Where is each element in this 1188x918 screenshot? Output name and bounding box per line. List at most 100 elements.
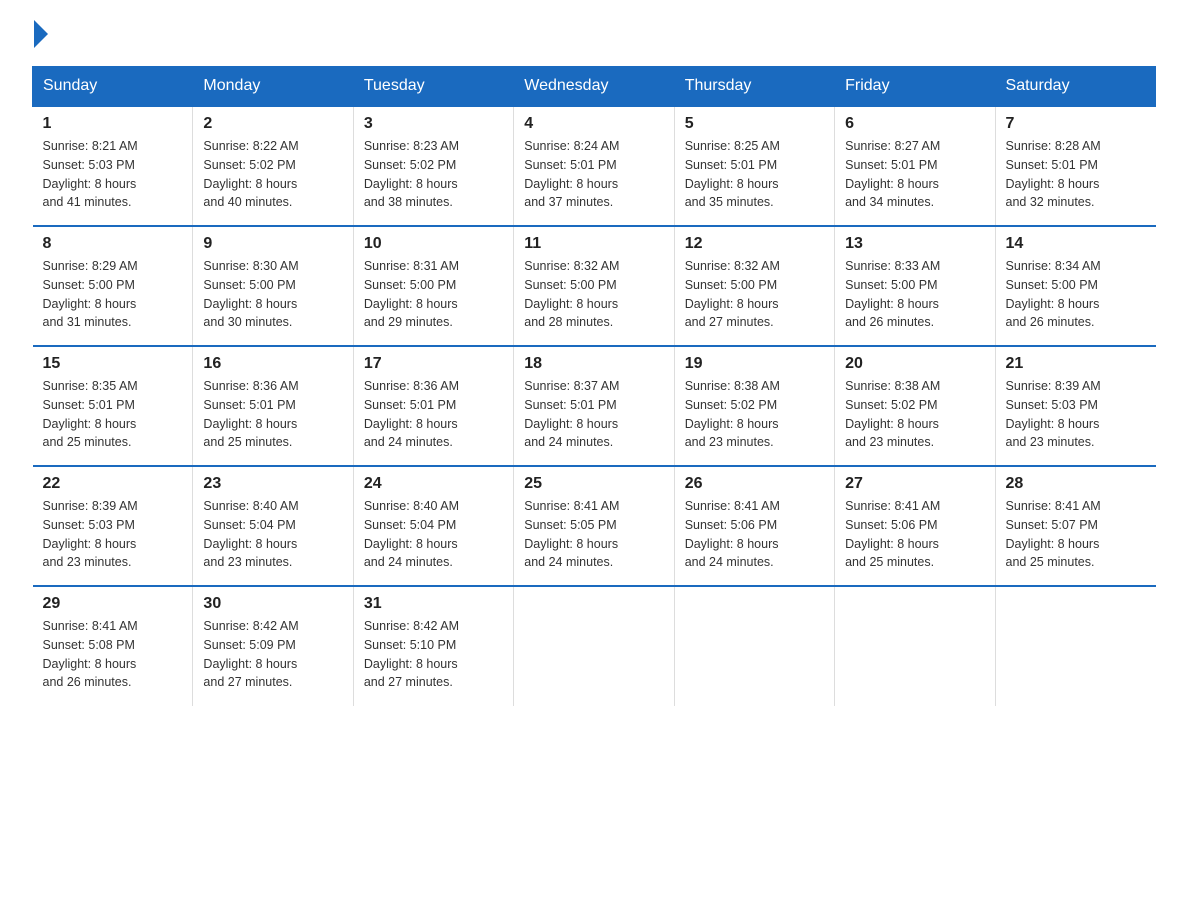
day-info: Sunrise: 8:21 AM Sunset: 5:03 PM Dayligh… bbox=[43, 137, 183, 212]
day-info: Sunrise: 8:32 AM Sunset: 5:00 PM Dayligh… bbox=[685, 257, 824, 332]
calendar-cell: 21 Sunrise: 8:39 AM Sunset: 5:03 PM Dayl… bbox=[995, 346, 1155, 466]
weekday-header-thursday: Thursday bbox=[674, 67, 834, 107]
calendar-cell: 25 Sunrise: 8:41 AM Sunset: 5:05 PM Dayl… bbox=[514, 466, 674, 586]
day-number: 23 bbox=[203, 475, 342, 493]
calendar-cell: 16 Sunrise: 8:36 AM Sunset: 5:01 PM Dayl… bbox=[193, 346, 353, 466]
calendar-cell: 15 Sunrise: 8:35 AM Sunset: 5:01 PM Dayl… bbox=[33, 346, 193, 466]
day-number: 6 bbox=[845, 115, 984, 133]
calendar-cell: 14 Sunrise: 8:34 AM Sunset: 5:00 PM Dayl… bbox=[995, 226, 1155, 346]
weekday-header-row: SundayMondayTuesdayWednesdayThursdayFrid… bbox=[33, 67, 1156, 107]
day-number: 31 bbox=[364, 595, 503, 613]
weekday-header-sunday: Sunday bbox=[33, 67, 193, 107]
day-number: 17 bbox=[364, 355, 503, 373]
day-info: Sunrise: 8:38 AM Sunset: 5:02 PM Dayligh… bbox=[685, 377, 824, 452]
calendar-cell: 31 Sunrise: 8:42 AM Sunset: 5:10 PM Dayl… bbox=[353, 586, 513, 706]
day-number: 3 bbox=[364, 115, 503, 133]
day-number: 30 bbox=[203, 595, 342, 613]
day-number: 24 bbox=[364, 475, 503, 493]
calendar-cell bbox=[995, 586, 1155, 706]
day-info: Sunrise: 8:33 AM Sunset: 5:00 PM Dayligh… bbox=[845, 257, 984, 332]
calendar-week-3: 15 Sunrise: 8:35 AM Sunset: 5:01 PM Dayl… bbox=[33, 346, 1156, 466]
day-number: 15 bbox=[43, 355, 183, 373]
calendar-week-4: 22 Sunrise: 8:39 AM Sunset: 5:03 PM Dayl… bbox=[33, 466, 1156, 586]
day-info: Sunrise: 8:38 AM Sunset: 5:02 PM Dayligh… bbox=[845, 377, 984, 452]
day-info: Sunrise: 8:25 AM Sunset: 5:01 PM Dayligh… bbox=[685, 137, 824, 212]
day-number: 12 bbox=[685, 235, 824, 253]
day-number: 5 bbox=[685, 115, 824, 133]
day-number: 18 bbox=[524, 355, 663, 373]
calendar-cell: 8 Sunrise: 8:29 AM Sunset: 5:00 PM Dayli… bbox=[33, 226, 193, 346]
calendar-cell bbox=[514, 586, 674, 706]
logo bbox=[32, 24, 48, 48]
calendar-cell: 29 Sunrise: 8:41 AM Sunset: 5:08 PM Dayl… bbox=[33, 586, 193, 706]
calendar-cell: 23 Sunrise: 8:40 AM Sunset: 5:04 PM Dayl… bbox=[193, 466, 353, 586]
weekday-header-friday: Friday bbox=[835, 67, 995, 107]
day-info: Sunrise: 8:23 AM Sunset: 5:02 PM Dayligh… bbox=[364, 137, 503, 212]
calendar-cell: 17 Sunrise: 8:36 AM Sunset: 5:01 PM Dayl… bbox=[353, 346, 513, 466]
day-info: Sunrise: 8:37 AM Sunset: 5:01 PM Dayligh… bbox=[524, 377, 663, 452]
calendar-cell: 7 Sunrise: 8:28 AM Sunset: 5:01 PM Dayli… bbox=[995, 106, 1155, 226]
day-info: Sunrise: 8:28 AM Sunset: 5:01 PM Dayligh… bbox=[1006, 137, 1146, 212]
day-info: Sunrise: 8:35 AM Sunset: 5:01 PM Dayligh… bbox=[43, 377, 183, 452]
day-info: Sunrise: 8:36 AM Sunset: 5:01 PM Dayligh… bbox=[203, 377, 342, 452]
day-info: Sunrise: 8:42 AM Sunset: 5:09 PM Dayligh… bbox=[203, 617, 342, 692]
day-number: 29 bbox=[43, 595, 183, 613]
calendar-table: SundayMondayTuesdayWednesdayThursdayFrid… bbox=[32, 66, 1156, 706]
calendar-cell bbox=[835, 586, 995, 706]
day-info: Sunrise: 8:41 AM Sunset: 5:06 PM Dayligh… bbox=[685, 497, 824, 572]
day-info: Sunrise: 8:41 AM Sunset: 5:08 PM Dayligh… bbox=[43, 617, 183, 692]
calendar-cell: 27 Sunrise: 8:41 AM Sunset: 5:06 PM Dayl… bbox=[835, 466, 995, 586]
logo-arrow-icon bbox=[34, 20, 48, 48]
calendar-cell bbox=[674, 586, 834, 706]
day-number: 20 bbox=[845, 355, 984, 373]
calendar-header: SundayMondayTuesdayWednesdayThursdayFrid… bbox=[33, 67, 1156, 107]
day-number: 10 bbox=[364, 235, 503, 253]
day-info: Sunrise: 8:34 AM Sunset: 5:00 PM Dayligh… bbox=[1006, 257, 1146, 332]
calendar-cell: 4 Sunrise: 8:24 AM Sunset: 5:01 PM Dayli… bbox=[514, 106, 674, 226]
day-info: Sunrise: 8:41 AM Sunset: 5:07 PM Dayligh… bbox=[1006, 497, 1146, 572]
day-number: 4 bbox=[524, 115, 663, 133]
day-info: Sunrise: 8:40 AM Sunset: 5:04 PM Dayligh… bbox=[203, 497, 342, 572]
page-header bbox=[32, 24, 1156, 48]
weekday-header-tuesday: Tuesday bbox=[353, 67, 513, 107]
day-number: 25 bbox=[524, 475, 663, 493]
day-number: 19 bbox=[685, 355, 824, 373]
day-info: Sunrise: 8:39 AM Sunset: 5:03 PM Dayligh… bbox=[1006, 377, 1146, 452]
day-number: 11 bbox=[524, 235, 663, 253]
calendar-cell: 28 Sunrise: 8:41 AM Sunset: 5:07 PM Dayl… bbox=[995, 466, 1155, 586]
day-number: 27 bbox=[845, 475, 984, 493]
calendar-cell: 22 Sunrise: 8:39 AM Sunset: 5:03 PM Dayl… bbox=[33, 466, 193, 586]
day-number: 22 bbox=[43, 475, 183, 493]
calendar-cell: 10 Sunrise: 8:31 AM Sunset: 5:00 PM Dayl… bbox=[353, 226, 513, 346]
day-info: Sunrise: 8:30 AM Sunset: 5:00 PM Dayligh… bbox=[203, 257, 342, 332]
day-number: 9 bbox=[203, 235, 342, 253]
day-info: Sunrise: 8:31 AM Sunset: 5:00 PM Dayligh… bbox=[364, 257, 503, 332]
calendar-cell: 5 Sunrise: 8:25 AM Sunset: 5:01 PM Dayli… bbox=[674, 106, 834, 226]
day-info: Sunrise: 8:41 AM Sunset: 5:06 PM Dayligh… bbox=[845, 497, 984, 572]
calendar-cell: 12 Sunrise: 8:32 AM Sunset: 5:00 PM Dayl… bbox=[674, 226, 834, 346]
day-number: 26 bbox=[685, 475, 824, 493]
day-info: Sunrise: 8:32 AM Sunset: 5:00 PM Dayligh… bbox=[524, 257, 663, 332]
day-info: Sunrise: 8:41 AM Sunset: 5:05 PM Dayligh… bbox=[524, 497, 663, 572]
weekday-header-saturday: Saturday bbox=[995, 67, 1155, 107]
calendar-cell: 20 Sunrise: 8:38 AM Sunset: 5:02 PM Dayl… bbox=[835, 346, 995, 466]
day-info: Sunrise: 8:27 AM Sunset: 5:01 PM Dayligh… bbox=[845, 137, 984, 212]
calendar-week-5: 29 Sunrise: 8:41 AM Sunset: 5:08 PM Dayl… bbox=[33, 586, 1156, 706]
day-number: 28 bbox=[1006, 475, 1146, 493]
calendar-week-2: 8 Sunrise: 8:29 AM Sunset: 5:00 PM Dayli… bbox=[33, 226, 1156, 346]
calendar-cell: 1 Sunrise: 8:21 AM Sunset: 5:03 PM Dayli… bbox=[33, 106, 193, 226]
day-number: 7 bbox=[1006, 115, 1146, 133]
weekday-header-wednesday: Wednesday bbox=[514, 67, 674, 107]
calendar-cell: 26 Sunrise: 8:41 AM Sunset: 5:06 PM Dayl… bbox=[674, 466, 834, 586]
day-info: Sunrise: 8:36 AM Sunset: 5:01 PM Dayligh… bbox=[364, 377, 503, 452]
calendar-cell: 3 Sunrise: 8:23 AM Sunset: 5:02 PM Dayli… bbox=[353, 106, 513, 226]
day-info: Sunrise: 8:22 AM Sunset: 5:02 PM Dayligh… bbox=[203, 137, 342, 212]
day-number: 13 bbox=[845, 235, 984, 253]
day-number: 8 bbox=[43, 235, 183, 253]
day-info: Sunrise: 8:24 AM Sunset: 5:01 PM Dayligh… bbox=[524, 137, 663, 212]
day-info: Sunrise: 8:29 AM Sunset: 5:00 PM Dayligh… bbox=[43, 257, 183, 332]
calendar-cell: 6 Sunrise: 8:27 AM Sunset: 5:01 PM Dayli… bbox=[835, 106, 995, 226]
calendar-cell: 11 Sunrise: 8:32 AM Sunset: 5:00 PM Dayl… bbox=[514, 226, 674, 346]
calendar-cell: 2 Sunrise: 8:22 AM Sunset: 5:02 PM Dayli… bbox=[193, 106, 353, 226]
calendar-cell: 9 Sunrise: 8:30 AM Sunset: 5:00 PM Dayli… bbox=[193, 226, 353, 346]
